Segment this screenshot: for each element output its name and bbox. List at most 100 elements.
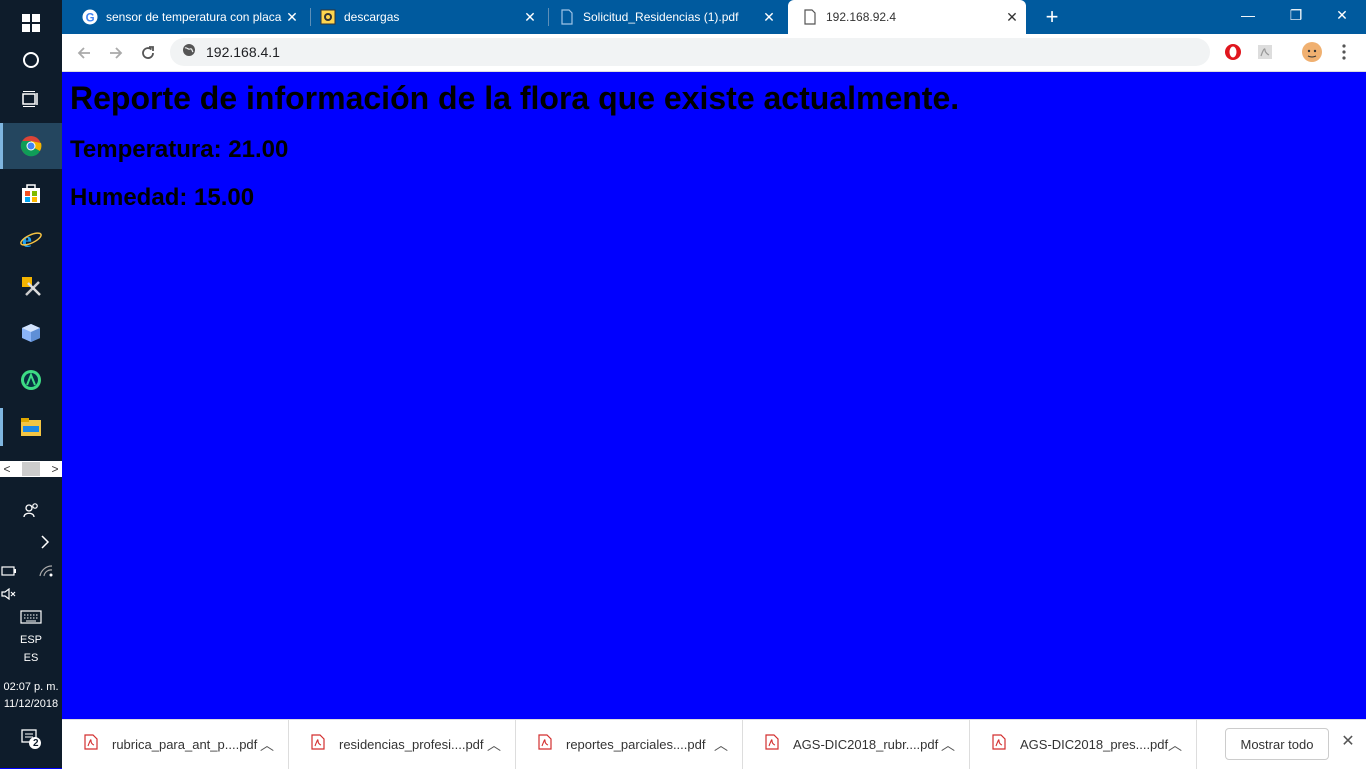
page-content: Reporte de información de la flora que e… (62, 72, 1366, 719)
pdf-file-icon (538, 734, 552, 755)
task-view-button[interactable] (0, 76, 62, 122)
kebab-menu-icon (1342, 44, 1346, 60)
task-view-icon (22, 91, 38, 107)
chevron-up-icon[interactable]: ︿ (714, 735, 728, 755)
new-tab-button[interactable]: + (1038, 3, 1066, 31)
folder-icon (21, 418, 41, 436)
action-center-button[interactable]: 2 (0, 716, 62, 762)
address-text[interactable]: 192.168.4.1 (206, 44, 280, 60)
google-icon: G (82, 9, 98, 25)
taskbar-scroller[interactable]: < > (0, 461, 62, 477)
wifi-icon (39, 565, 53, 577)
chevron-up-icon[interactable]: ︿ (487, 735, 501, 755)
taskbar-virtualbox[interactable] (0, 310, 62, 356)
tab-title: Solicitud_Residencias (1).pdf (583, 10, 739, 24)
taskbar-tools[interactable] (0, 263, 62, 309)
document-icon (802, 9, 818, 25)
avatar-icon (1302, 42, 1322, 62)
tab-title: 192.168.92.4 (826, 10, 897, 24)
download-bar: rubrica_para_ant_p....pdf ︿ residencias_… (62, 719, 1366, 769)
minimize-button[interactable]: — (1225, 0, 1271, 30)
internet-explorer-icon: e (20, 227, 42, 251)
humidity-reading: Humedad: 15.00 (70, 184, 255, 211)
windows-icon (22, 14, 40, 32)
download-item[interactable]: residencias_profesi....pdf ︿ (289, 720, 516, 769)
acrobat-icon (1258, 45, 1272, 59)
chevron-right-icon[interactable]: > (48, 462, 62, 476)
svg-text:G: G (86, 12, 95, 24)
pdf-file-icon (311, 734, 325, 755)
chrome-icon (20, 136, 42, 157)
download-filename: AGS-DIC2018_pres....pdf (1020, 737, 1169, 752)
tab-title: sensor de temperatura con placa (106, 10, 282, 24)
opera-icon (1225, 44, 1241, 60)
store-icon (22, 184, 40, 203)
pdf-file-icon (84, 734, 98, 755)
taskbar-store[interactable] (0, 170, 62, 216)
chevron-left-icon[interactable]: < (0, 462, 14, 476)
profile-avatar[interactable] (1302, 42, 1322, 62)
people-icon (23, 503, 38, 518)
reload-icon (142, 46, 154, 59)
download-filename: reportes_parciales....pdf (566, 737, 706, 752)
temperature-reading: Temperatura: 21.00 (70, 136, 289, 163)
taskbar-file-explorer[interactable] (0, 404, 62, 450)
scroll-thumb[interactable] (22, 462, 40, 476)
taskbar: e < > ESP ES 02:07 p. m. 11/12/2018 2 (0, 0, 62, 768)
browser-toolbar: 192.168.4.1 (62, 34, 1366, 72)
menu-button[interactable] (1334, 42, 1354, 62)
keyboard-icon (20, 610, 42, 624)
chevron-up-icon[interactable]: ︿ (1168, 735, 1182, 755)
cortana-circle-icon (23, 52, 39, 68)
chevron-right-icon (41, 535, 50, 549)
close-window-button[interactable]: ✕ (1319, 0, 1365, 30)
download-item[interactable]: rubrica_para_ant_p....pdf ︿ (62, 720, 289, 769)
clock-date[interactable]: 11/12/2018 (0, 696, 62, 712)
download-filename: AGS-DIC2018_rubr....pdf (793, 737, 939, 752)
pdf-file-icon (992, 734, 1006, 755)
taskbar-android-studio[interactable] (0, 357, 62, 403)
opera-extension[interactable] (1223, 42, 1243, 62)
address-bar[interactable]: 192.168.4.1 (170, 38, 1210, 66)
notification-count: 2 (33, 738, 39, 749)
wifi-button[interactable] (26, 548, 66, 594)
keyboard-layout[interactable]: ES (0, 650, 62, 666)
download-item[interactable]: reportes_parciales....pdf ︿ (516, 720, 743, 769)
arrow-left-icon (77, 47, 90, 59)
clock-time[interactable]: 02:07 p. m. (0, 679, 62, 695)
tools-icon (22, 277, 41, 296)
back-button[interactable] (70, 39, 98, 67)
folder-icon (320, 9, 336, 25)
tab-solicitud-pdf[interactable]: Solicitud_Residencias (1).pdf ✕ (539, 0, 785, 34)
chevron-up-icon[interactable]: ︿ (941, 735, 955, 755)
forward-button[interactable] (102, 39, 130, 67)
maximize-button[interactable]: ❐ (1273, 0, 1319, 30)
input-language[interactable]: ESP (0, 632, 62, 648)
android-studio-icon (21, 370, 41, 390)
tab-192-168-92-4[interactable]: 192.168.92.4 ✕ (788, 0, 1026, 34)
close-icon[interactable]: ✕ (1002, 9, 1022, 26)
download-item[interactable]: AGS-DIC2018_pres....pdf ︿ (970, 720, 1197, 769)
download-filename: residencias_profesi....pdf (339, 737, 484, 752)
tab-descargas[interactable]: descargas ✕ (300, 0, 546, 34)
close-icon[interactable]: ✕ (282, 9, 302, 26)
document-icon (559, 9, 575, 25)
tab-strip: G sensor de temperatura con placa ✕ desc… (62, 0, 1366, 34)
close-icon[interactable]: ✕ (1338, 732, 1358, 752)
close-icon[interactable]: ✕ (759, 9, 779, 26)
show-all-downloads-button[interactable]: Mostrar todo (1225, 728, 1329, 760)
close-icon[interactable]: ✕ (520, 9, 540, 26)
taskbar-ie[interactable]: e (0, 216, 62, 262)
page-heading: Reporte de información de la flora que e… (70, 80, 960, 116)
arrow-right-icon (110, 47, 123, 59)
download-item[interactable]: AGS-DIC2018_rubr....pdf ︿ (743, 720, 970, 769)
reload-button[interactable] (134, 39, 162, 67)
cube-icon (22, 324, 40, 342)
pdf-file-icon (765, 734, 779, 755)
chevron-up-icon[interactable]: ︿ (260, 735, 274, 755)
tab-google-search[interactable]: G sensor de temperatura con placa ✕ (62, 0, 308, 34)
tab-title: descargas (344, 10, 400, 24)
globe-icon[interactable] (182, 43, 196, 62)
taskbar-chrome[interactable] (0, 123, 62, 169)
pdf-extension[interactable] (1255, 42, 1275, 62)
